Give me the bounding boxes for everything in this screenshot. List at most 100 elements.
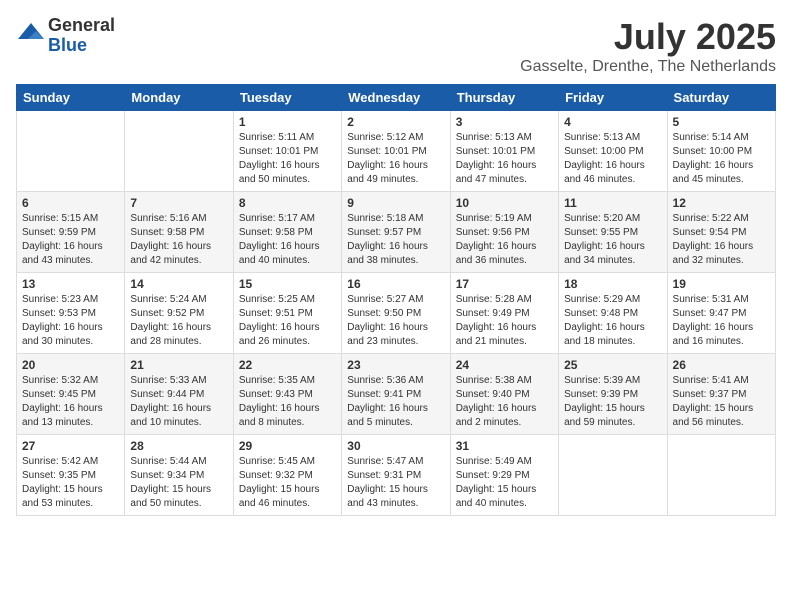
calendar-cell: 6Sunrise: 5:15 AM Sunset: 9:59 PM Daylig… [17,192,125,273]
calendar-body: 1Sunrise: 5:11 AM Sunset: 10:01 PM Dayli… [17,111,776,516]
calendar-cell: 14Sunrise: 5:24 AM Sunset: 9:52 PM Dayli… [125,273,233,354]
week-row-5: 27Sunrise: 5:42 AM Sunset: 9:35 PM Dayli… [17,435,776,516]
calendar-cell: 16 Sunrise: 5:27 AM Sunset: 9:50 PM Dayli… [342,273,450,354]
day-number: 10 [456,196,553,210]
week-row-2: 6Sunrise: 5:15 AM Sunset: 9:59 PM Daylig… [17,192,776,273]
day-info: Sunrise: 5:15 AM Sunset: 9:59 PM Dayligh… [22,212,119,268]
day-number: 26 [673,358,770,372]
day-info: Sunrise: 5:27 AM Sunset: 9:50 PM Dayligh… [347,293,444,349]
day-number: 3 [456,115,553,129]
day-info: Sunrise: 5:49 AM Sunset: 9:29 PM Dayligh… [456,455,553,511]
day-number: 11 [564,196,661,210]
day-info: Sunrise: 5:36 AM Sunset: 9:41 PM Dayligh… [347,374,444,430]
day-info: Sunrise: 5:14 AM Sunset: 10:00 PM Daylig… [673,131,770,187]
calendar-cell: 30 Sunrise: 5:47 AM Sunset: 9:31 PM Dayli… [342,435,450,516]
calendar-cell: 26 Sunrise: 5:41 AM Sunset: 9:37 PM Dayli… [667,354,775,435]
calendar-cell: 24Sunrise: 5:38 AM Sunset: 9:40 PM Dayli… [450,354,558,435]
calendar-cell: 27Sunrise: 5:42 AM Sunset: 9:35 PM Dayli… [17,435,125,516]
day-info: Sunrise: 5:41 AM Sunset: 9:37 PM Dayligh… [673,374,770,430]
day-number: 30 [347,439,444,453]
logo-blue-label: Blue [48,36,115,56]
calendar-cell: 12Sunrise: 5:22 AM Sunset: 9:54 PM Dayli… [667,192,775,273]
day-number: 29 [239,439,336,453]
calendar-cell: 25 Sunrise: 5:39 AM Sunset: 9:39 PM Dayli… [559,354,667,435]
day-info: Sunrise: 5:19 AM Sunset: 9:56 PM Dayligh… [456,212,553,268]
day-number: 13 [22,277,119,291]
calendar-cell [125,111,233,192]
calendar-cell: 1Sunrise: 5:11 AM Sunset: 10:01 PM Dayli… [233,111,341,192]
day-number: 25 [564,358,661,372]
calendar-cell: 2Sunrise: 5:12 AM Sunset: 10:01 PM Dayli… [342,111,450,192]
week-row-3: 13 Sunrise: 5:23 AM Sunset: 9:53 PM Dayli… [17,273,776,354]
weekday-header-sunday: Sunday [17,85,125,111]
week-row-4: 20Sunrise: 5:32 AM Sunset: 9:45 PM Dayli… [17,354,776,435]
day-info: Sunrise: 5:29 AM Sunset: 9:48 PM Dayligh… [564,293,661,349]
day-number: 31 [456,439,553,453]
day-info: Sunrise: 5:42 AM Sunset: 9:35 PM Dayligh… [22,455,119,511]
day-info: Sunrise: 5:16 AM Sunset: 9:58 PM Dayligh… [130,212,227,268]
logo: General Blue [16,16,115,56]
day-info: Sunrise: 5:11 AM Sunset: 10:01 PM Daylig… [239,131,336,187]
day-number: 5 [673,115,770,129]
logo-icon [16,21,46,51]
day-number: 4 [564,115,661,129]
calendar-cell: 10 Sunrise: 5:19 AM Sunset: 9:56 PM Dayli… [450,192,558,273]
day-info: Sunrise: 5:22 AM Sunset: 9:54 PM Dayligh… [673,212,770,268]
weekday-header-friday: Friday [559,85,667,111]
calendar-cell: 22 Sunrise: 5:35 AM Sunset: 9:43 PM Dayli… [233,354,341,435]
day-info: Sunrise: 5:20 AM Sunset: 9:55 PM Dayligh… [564,212,661,268]
day-number: 24 [456,358,553,372]
calendar-cell: 7 Sunrise: 5:16 AM Sunset: 9:58 PM Daylig… [125,192,233,273]
calendar-cell: 11 Sunrise: 5:20 AM Sunset: 9:55 PM Dayli… [559,192,667,273]
calendar-cell [559,435,667,516]
calendar-cell: 8 Sunrise: 5:17 AM Sunset: 9:58 PM Daylig… [233,192,341,273]
day-number: 21 [130,358,227,372]
month-title: July 2025 [520,16,776,58]
weekday-header-wednesday: Wednesday [342,85,450,111]
calendar-cell: 31 Sunrise: 5:49 AM Sunset: 9:29 PM Dayli… [450,435,558,516]
logo-general-label: General [48,16,115,36]
calendar-cell: 3 Sunrise: 5:13 AM Sunset: 10:01 PM Dayli… [450,111,558,192]
calendar-cell: 19 Sunrise: 5:31 AM Sunset: 9:47 PM Dayli… [667,273,775,354]
calendar-cell [667,435,775,516]
day-info: Sunrise: 5:12 AM Sunset: 10:01 PM Daylig… [347,131,444,187]
weekday-header-monday: Monday [125,85,233,111]
calendar-cell: 5 Sunrise: 5:14 AM Sunset: 10:00 PM Dayli… [667,111,775,192]
day-info: Sunrise: 5:13 AM Sunset: 10:01 PM Daylig… [456,131,553,187]
weekday-header-row: SundayMondayTuesdayWednesdayThursdayFrid… [17,85,776,111]
day-number: 7 [130,196,227,210]
day-number: 20 [22,358,119,372]
calendar-cell: 20Sunrise: 5:32 AM Sunset: 9:45 PM Dayli… [17,354,125,435]
day-info: Sunrise: 5:24 AM Sunset: 9:52 PM Dayligh… [130,293,227,349]
day-number: 19 [673,277,770,291]
day-info: Sunrise: 5:35 AM Sunset: 9:43 PM Dayligh… [239,374,336,430]
calendar-cell: 4Sunrise: 5:13 AM Sunset: 10:00 PM Dayli… [559,111,667,192]
calendar-cell: 17Sunrise: 5:28 AM Sunset: 9:49 PM Dayli… [450,273,558,354]
title-area: July 2025 Gasselte, Drenthe, The Netherl… [520,16,776,76]
day-info: Sunrise: 5:18 AM Sunset: 9:57 PM Dayligh… [347,212,444,268]
day-info: Sunrise: 5:17 AM Sunset: 9:58 PM Dayligh… [239,212,336,268]
day-info: Sunrise: 5:47 AM Sunset: 9:31 PM Dayligh… [347,455,444,511]
day-info: Sunrise: 5:23 AM Sunset: 9:53 PM Dayligh… [22,293,119,349]
page-header: General Blue July 2025 Gasselte, Drenthe… [16,16,776,76]
day-number: 28 [130,439,227,453]
location-title: Gasselte, Drenthe, The Netherlands [520,58,776,76]
day-number: 23 [347,358,444,372]
day-info: Sunrise: 5:33 AM Sunset: 9:44 PM Dayligh… [130,374,227,430]
day-number: 22 [239,358,336,372]
day-info: Sunrise: 5:39 AM Sunset: 9:39 PM Dayligh… [564,374,661,430]
calendar-cell: 29Sunrise: 5:45 AM Sunset: 9:32 PM Dayli… [233,435,341,516]
weekday-header-thursday: Thursday [450,85,558,111]
calendar-cell: 18Sunrise: 5:29 AM Sunset: 9:48 PM Dayli… [559,273,667,354]
week-row-1: 1Sunrise: 5:11 AM Sunset: 10:01 PM Dayli… [17,111,776,192]
day-info: Sunrise: 5:25 AM Sunset: 9:51 PM Dayligh… [239,293,336,349]
day-info: Sunrise: 5:31 AM Sunset: 9:47 PM Dayligh… [673,293,770,349]
calendar-cell: 23 Sunrise: 5:36 AM Sunset: 9:41 PM Dayli… [342,354,450,435]
calendar-cell: 21 Sunrise: 5:33 AM Sunset: 9:44 PM Dayli… [125,354,233,435]
day-number: 17 [456,277,553,291]
day-number: 8 [239,196,336,210]
calendar-table: SundayMondayTuesdayWednesdayThursdayFrid… [16,84,776,516]
weekday-header-saturday: Saturday [667,85,775,111]
calendar-cell [17,111,125,192]
day-number: 16 [347,277,444,291]
